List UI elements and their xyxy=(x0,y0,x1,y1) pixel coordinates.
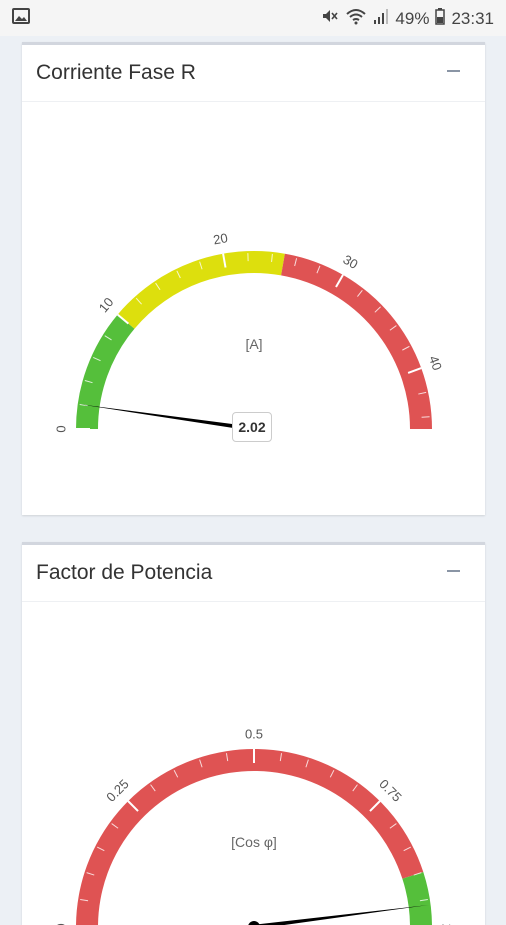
card-title: Corriente Fase R xyxy=(36,61,196,85)
gauge-minor-tick xyxy=(422,417,430,418)
wifi-icon xyxy=(345,7,367,30)
mute-icon xyxy=(321,7,339,30)
battery-percent: 49% xyxy=(395,9,429,29)
clock: 23:31 xyxy=(451,9,494,29)
gauge-tick-label: 0.25 xyxy=(103,776,132,805)
gauge-band xyxy=(76,315,134,429)
gauge-tick-label: 30 xyxy=(341,252,361,272)
status-bar: 49% 23:31 xyxy=(0,0,506,36)
gauge-band xyxy=(402,872,432,925)
gauge-band xyxy=(281,254,432,429)
image-icon xyxy=(12,8,32,26)
gauge-tick-label: 40 xyxy=(426,354,445,373)
gauge-value-label: 2.02 xyxy=(232,412,272,442)
gauge-tick-label: 10 xyxy=(96,295,117,316)
card-header: Corriente Fase R xyxy=(22,45,485,102)
minus-icon xyxy=(447,570,460,572)
collapse-button[interactable] xyxy=(443,59,467,83)
gauge-tick-label: 20 xyxy=(212,230,229,247)
gauge-card-power-factor: Factor de Potencia 00.250.50.751[Cos φ] xyxy=(22,542,485,925)
gauge-unit-label: [Cos φ] xyxy=(231,834,277,850)
gauge-needle xyxy=(240,905,429,925)
gauge-unit-label: [A] xyxy=(245,336,262,352)
signal-icon xyxy=(373,7,389,30)
gauge-tick-label: 0.75 xyxy=(376,776,405,805)
gauge-card-current: Corriente Fase R 0 10 20 30 40 [A] 2.02 xyxy=(22,42,485,515)
gauge-band xyxy=(118,251,285,329)
minus-icon xyxy=(447,70,460,72)
collapse-button[interactable] xyxy=(443,559,467,583)
card-header: Factor de Potencia xyxy=(22,545,485,602)
gauge-tick-label: 0 xyxy=(53,425,68,432)
gauge-pivot xyxy=(248,921,260,925)
gauge-chart: 0 10 20 30 40 [A] xyxy=(22,105,485,515)
gauge-chart: 00.250.50.751[Cos φ] xyxy=(22,605,485,925)
battery-icon xyxy=(435,7,445,30)
gauge-tick-label: 0.5 xyxy=(245,726,263,741)
card-title: Factor de Potencia xyxy=(36,561,212,585)
